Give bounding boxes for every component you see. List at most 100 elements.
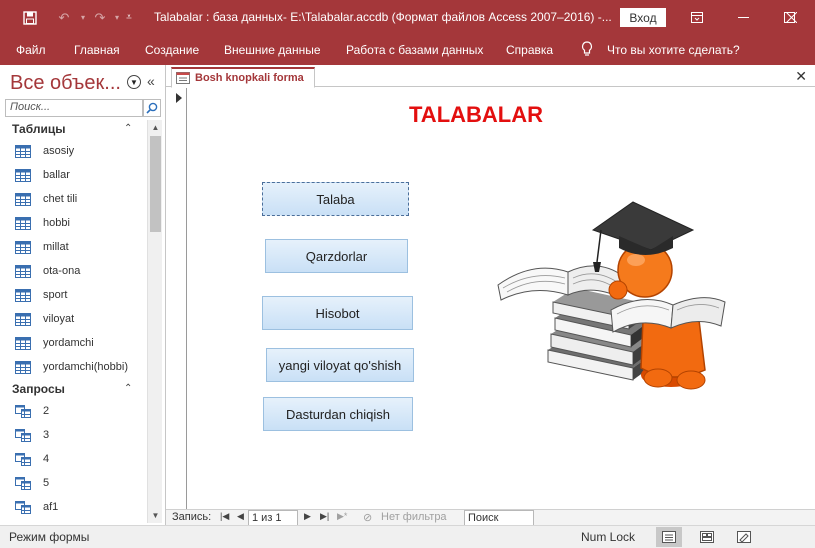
- no-filter-icon[interactable]: ⊘: [363, 511, 372, 524]
- nav-search-input[interactable]: Поиск...: [5, 99, 143, 117]
- table-icon: [15, 264, 31, 278]
- nav-item-ota-ona[interactable]: ota-ona: [15, 260, 143, 282]
- query-icon: [15, 404, 31, 418]
- tab-bosh-knopkali-forma[interactable]: Bosh knopkali forma: [171, 67, 315, 88]
- nav-group-header[interactable]: Запросы: [12, 382, 65, 396]
- hisobot-button[interactable]: Hisobot: [262, 296, 413, 330]
- nav-item-label: yordamchi: [43, 337, 94, 349]
- customize-toolbar-icon[interactable]: ⩡: [120, 0, 138, 35]
- num-lock-indicator: Num Lock: [581, 530, 636, 544]
- current-record-icon: [176, 93, 182, 103]
- form-icon: [176, 72, 190, 84]
- menu-create[interactable]: Создание: [145, 43, 199, 57]
- menu-help[interactable]: Справка: [506, 43, 553, 57]
- navigation-pane: Все объек... ▼ « Поиск... Таблицы ⌃ asosiy…: [0, 65, 166, 525]
- nav-item-af1[interactable]: af1: [15, 496, 143, 518]
- nav-scrollbar[interactable]: ▲ ▼: [147, 120, 162, 523]
- nav-item-label: 5: [43, 477, 50, 489]
- nav-item-label: 2: [43, 405, 50, 417]
- design-view-icon[interactable]: [731, 527, 757, 547]
- current-record-field[interactable]: 1 из 1: [248, 510, 298, 526]
- table-icon: [15, 336, 31, 350]
- nav-item-2[interactable]: 2: [15, 400, 143, 422]
- nav-group-header[interactable]: Таблицы: [12, 122, 65, 136]
- nav-item-label: 4: [43, 453, 50, 465]
- scroll-down-icon[interactable]: ▼: [148, 508, 163, 523]
- collapse-group-icon[interactable]: ⌃: [124, 383, 132, 394]
- table-icon: [15, 312, 31, 326]
- menu-file[interactable]: Файл: [16, 43, 46, 57]
- query-icon: [15, 452, 31, 466]
- collapse-group-icon[interactable]: ⌃: [124, 123, 132, 134]
- nav-item-sport[interactable]: sport: [15, 284, 143, 306]
- nav-item-af2[interactable]: af2: [15, 520, 143, 523]
- menu-home[interactable]: Главная: [74, 43, 120, 57]
- nav-item-label: hobbi: [43, 217, 70, 229]
- collapse-pane-icon[interactable]: «: [147, 73, 155, 89]
- record-selector[interactable]: [172, 88, 187, 510]
- lightbulb-icon: [581, 41, 593, 60]
- table-icon: [15, 240, 31, 254]
- menu-external-data[interactable]: Внешние данные: [224, 43, 321, 57]
- exit-program-button[interactable]: Dasturdan chiqish: [263, 397, 413, 431]
- form-title: TALABALAR: [409, 102, 544, 127]
- nav-item-4[interactable]: 4: [15, 448, 143, 470]
- first-record-icon[interactable]: |◀: [220, 511, 229, 522]
- menu-database-tools[interactable]: Работа с базами данных: [346, 43, 483, 57]
- nav-item-label: sport: [43, 289, 68, 301]
- next-record-icon[interactable]: ▶: [304, 511, 311, 522]
- nav-item-label: yordamchi(hobbi): [43, 361, 128, 373]
- nav-item-label: ballar: [43, 169, 70, 181]
- nav-item-label: af1: [43, 501, 59, 513]
- nav-item-yordamchi-hobbi-[interactable]: yordamchi(hobbi): [15, 356, 143, 378]
- tell-me-input[interactable]: Что вы хотите сделать?: [607, 43, 740, 57]
- sign-in-button[interactable]: Вход: [620, 8, 666, 27]
- filter-status[interactable]: Нет фильтра: [381, 511, 447, 523]
- nav-object-list: Таблицы ⌃ asosiy ballar chet tili hobbi millat…: [0, 120, 146, 523]
- table-icon: [15, 144, 31, 158]
- document-area: Bosh knopkali forma ✕ TALABALAR Talaba Q…: [166, 65, 815, 526]
- query-icon: [15, 428, 31, 442]
- nav-item-label: asosiy: [43, 145, 75, 157]
- nav-item-label: millat: [43, 241, 69, 253]
- qarzdorlar-button[interactable]: Qarzdorlar: [265, 239, 408, 273]
- tab-label: Bosh knopkali forma: [195, 72, 304, 84]
- scroll-up-icon[interactable]: ▲: [148, 120, 163, 135]
- record-label: Запись:: [172, 511, 212, 523]
- form-view-icon[interactable]: [656, 527, 682, 547]
- nav-item-viloyat[interactable]: viloyat: [15, 308, 143, 330]
- nav-item-chet-tili[interactable]: chet tili: [15, 188, 143, 210]
- nav-item-millat[interactable]: millat: [15, 236, 143, 258]
- nav-item-ballar[interactable]: ballar: [15, 164, 143, 186]
- nav-item-label: 3: [43, 429, 50, 441]
- layout-view-icon[interactable]: [694, 527, 720, 547]
- nav-item-hobbi[interactable]: hobbi: [15, 212, 143, 234]
- ribbon-display-icon[interactable]: [674, 0, 720, 35]
- scroll-thumb[interactable]: [150, 136, 161, 232]
- close-window-icon[interactable]: [768, 0, 815, 35]
- last-record-icon[interactable]: ▶|: [320, 511, 329, 522]
- query-icon: [15, 476, 31, 490]
- nav-item-5[interactable]: 5: [15, 472, 143, 494]
- search-icon[interactable]: [143, 99, 161, 117]
- graduate-with-books-image: [497, 201, 726, 390]
- record-search-input[interactable]: Поиск: [464, 510, 534, 526]
- nav-item-yordamchi[interactable]: yordamchi: [15, 332, 143, 354]
- nav-item-label: chet tili: [43, 193, 78, 205]
- talaba-button[interactable]: Talaba: [262, 182, 409, 216]
- add-region-button[interactable]: yangi viloyat qo'shish: [266, 348, 414, 382]
- save-icon[interactable]: [12, 0, 48, 35]
- new-record-icon[interactable]: ▶*: [337, 511, 347, 522]
- record-navigation-bar: Запись: |◀ ◀ 1 из 1 ▶ ▶| ▶* ⊘ Нет фильтр…: [166, 509, 815, 526]
- table-icon: [15, 360, 31, 374]
- nav-item-asosiy[interactable]: asosiy: [15, 140, 143, 162]
- close-document-icon[interactable]: ✕: [795, 68, 807, 85]
- view-mode-label: Режим формы: [9, 530, 90, 544]
- restore-icon: [721, 0, 767, 35]
- nav-pane-title[interactable]: Все объек...: [10, 72, 121, 95]
- nav-pane-menu-icon[interactable]: ▼: [127, 75, 141, 89]
- nav-item-3[interactable]: 3: [15, 424, 143, 446]
- undo-icon[interactable]: ↶: [50, 0, 78, 35]
- query-icon: [15, 500, 31, 514]
- previous-record-icon[interactable]: ◀: [237, 511, 244, 522]
